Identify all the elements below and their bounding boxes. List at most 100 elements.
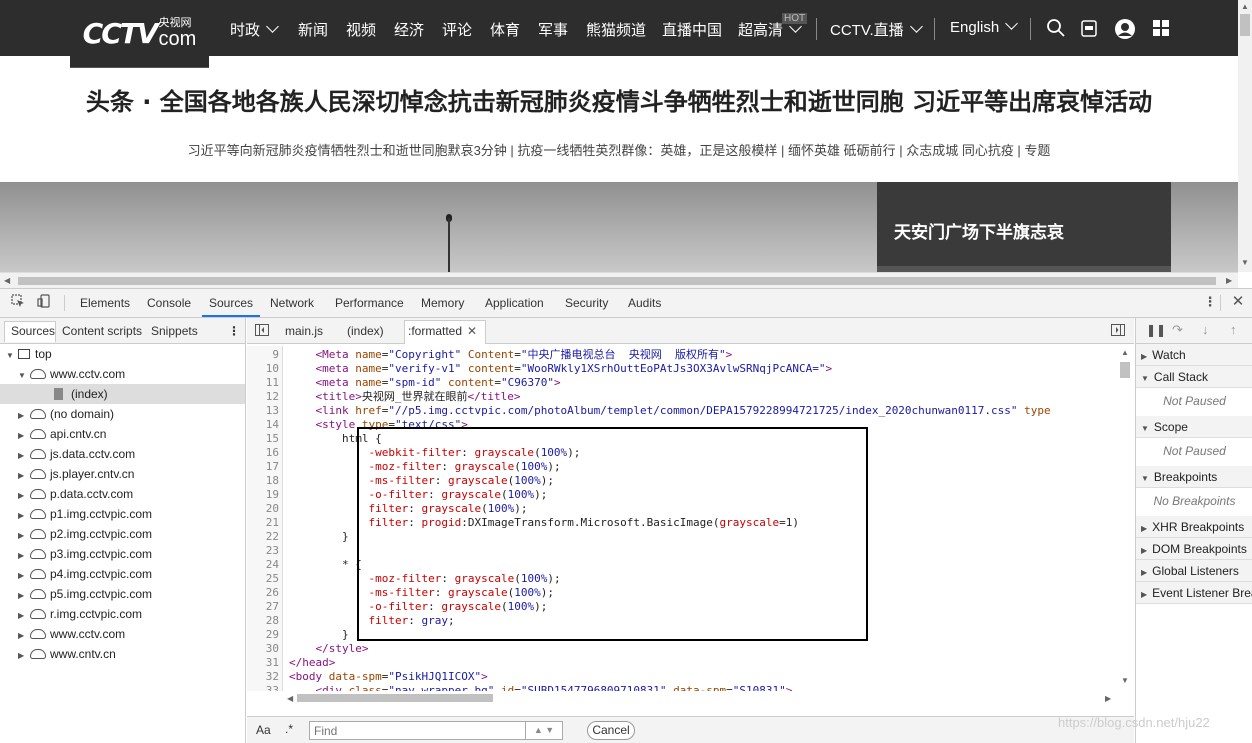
global-listeners-section[interactable]: ▶ Global Listeners (1136, 560, 1252, 582)
code-line[interactable]: <title>央视网_世界就在眼前</title> (289, 390, 521, 404)
line-number[interactable]: 16 (247, 446, 279, 460)
nav-item-military[interactable]: 军事 (538, 19, 568, 40)
expand-right-icon[interactable]: ▶ (18, 586, 28, 606)
scroll-thumb[interactable] (18, 277, 1216, 285)
line-number[interactable]: 12 (247, 390, 279, 404)
code-line[interactable]: * { (289, 558, 362, 572)
editor-tab-main-js[interactable]: main.js (285, 324, 323, 338)
cctv-logo[interactable]: CCTV 央视网 com (70, 0, 209, 68)
tree-item[interactable]: ▶ js.player.cntv.cn (0, 464, 245, 484)
code-line[interactable]: <body data-spm="PsikHJQ1ICOX"> (289, 670, 488, 684)
editor-tab-formatted[interactable]: :formatted ✕ (408, 324, 477, 338)
line-number[interactable]: 23 (247, 544, 279, 558)
tab-memory[interactable]: Memory (421, 296, 464, 310)
sub-headlines[interactable]: 习近平等向新冠肺炎疫情牺牲烈士和逝世同胞默哀3分钟 | 抗疫一线牺牲英烈群像：英… (0, 140, 1238, 159)
tree-item[interactable]: ▶ p4.img.cctvpic.com (0, 564, 245, 584)
code-line[interactable]: filter: grayscale(100%); (289, 502, 527, 516)
nav-item-live-china[interactable]: 直播中国 (662, 19, 722, 40)
line-number[interactable]: 9 (247, 348, 279, 362)
scroll-right-arrow[interactable]: ▶ (1226, 276, 1232, 285)
tree-item[interactable]: ▶ p.data.cctv.com (0, 484, 245, 504)
user-icon[interactable] (1114, 18, 1136, 40)
xhr-breakpoints-section[interactable]: ▶ XHR Breakpoints (1136, 516, 1252, 538)
grid-icon[interactable] (1150, 18, 1172, 40)
watch-section[interactable]: ▶ Watch (1136, 344, 1252, 366)
line-number[interactable]: 21 (247, 516, 279, 530)
tree-item[interactable]: ▶ www.cntv.cn (0, 644, 245, 664)
tab-performance[interactable]: Performance (335, 296, 404, 310)
tab-sources[interactable]: Sources (209, 296, 253, 310)
line-number[interactable]: 25 (247, 572, 279, 586)
code-line[interactable]: } (289, 628, 349, 642)
tree-item[interactable]: ▶ api.cntv.cn (0, 424, 245, 444)
expand-right-icon[interactable]: ▶ (18, 526, 28, 546)
code-line[interactable]: </style> (289, 642, 369, 656)
code-line[interactable]: html { (289, 432, 382, 446)
dom-breakpoints-section[interactable]: ▶ DOM Breakpoints (1136, 538, 1252, 560)
line-number[interactable]: 13 (247, 404, 279, 418)
close-devtools-icon[interactable]: ✕ (1230, 294, 1246, 310)
scroll-thumb[interactable] (1240, 14, 1250, 36)
tree-item[interactable]: ▶ www.cctv.com (0, 624, 245, 644)
tree-item[interactable]: ▶ p5.img.cctvpic.com (0, 584, 245, 604)
expand-down-icon[interactable]: ▼ (6, 346, 16, 366)
expand-right-icon[interactable]: ▶ (18, 606, 28, 626)
expand-right-icon[interactable]: ▶ (18, 566, 28, 586)
scroll-down-arrow[interactable]: ▼ (1121, 676, 1129, 685)
nav-item-news[interactable]: 新闻 (298, 19, 328, 40)
find-prev-next[interactable]: ▲ ▼ (525, 721, 563, 740)
line-number[interactable]: 11 (247, 376, 279, 390)
tab-elements[interactable]: Elements (80, 296, 130, 310)
page-vertical-scrollbar[interactable]: ▲ ▼ (1238, 0, 1252, 272)
scroll-up-arrow[interactable]: ▲ (1241, 2, 1249, 11)
regex-toggle[interactable]: .* (285, 722, 293, 736)
navigator-tab-snippets[interactable]: Snippets (151, 324, 198, 338)
line-number[interactable]: 17 (247, 460, 279, 474)
tree-item[interactable]: ▶ p1.img.cctvpic.com (0, 504, 245, 524)
scroll-right-arrow[interactable]: ▶ (1105, 694, 1111, 703)
code-line[interactable]: <Meta name="Copyright" Content="中央广播电视总台… (289, 348, 733, 362)
code-line[interactable]: -ms-filter: grayscale(100%); (289, 474, 553, 488)
line-number[interactable]: 30 (247, 642, 279, 656)
nav-item-cctv-live[interactable]: CCTV.直播 (830, 19, 923, 40)
tree-item[interactable]: (index) (0, 384, 245, 404)
tree-item[interactable]: ▼ www.cctv.com (0, 364, 245, 384)
expand-right-icon[interactable]: ▶ (18, 466, 28, 486)
tab-audits[interactable]: Audits (628, 296, 661, 310)
line-number[interactable]: 14 (247, 418, 279, 432)
code-horizontal-scrollbar[interactable]: ◀ ▶ (283, 692, 1117, 704)
line-number[interactable]: 32 (247, 670, 279, 684)
code-vertical-scrollbar[interactable]: ▲ ▼ (1117, 346, 1134, 691)
line-number[interactable]: 26 (247, 586, 279, 600)
code-line[interactable]: -webkit-filter: grayscale(100%); (289, 446, 580, 460)
nav-item-panda[interactable]: 熊猫频道 (586, 19, 646, 40)
event-listener-breakpoints-section[interactable]: ▶Event Listener Breakpoints (1136, 582, 1252, 604)
code-line[interactable]: <meta name="spm-id" content="C96370"> (289, 376, 561, 390)
expand-right-icon[interactable]: ▶ (18, 546, 28, 566)
code-line[interactable]: <link href="//p5.img.cctvpic.com/photoAl… (289, 404, 1051, 418)
line-number[interactable]: 15 (247, 432, 279, 446)
nav-item-politics[interactable]: 时政 (230, 19, 279, 40)
tab-console[interactable]: Console (147, 296, 191, 310)
nav-item-video[interactable]: 视频 (346, 19, 376, 40)
toggle-debugger-icon[interactable] (1111, 324, 1125, 339)
tree-item[interactable]: ▼ top (0, 344, 245, 364)
tree-item[interactable]: ▶ js.data.cctv.com (0, 444, 245, 464)
code-area[interactable]: 9 10 11 12 13 14 15 16 17 18 19 20 21 22 23 24 25 26 27 28 2… (247, 346, 1134, 691)
close-tab-icon[interactable]: ✕ (467, 324, 477, 338)
scroll-thumb[interactable] (297, 694, 493, 702)
code-line[interactable]: } (289, 530, 349, 544)
expand-right-icon[interactable]: ▶ (18, 406, 28, 426)
more-options-icon[interactable]: ⋮ (228, 324, 240, 338)
step-over-icon[interactable]: ↷ (1172, 322, 1183, 338)
code-line[interactable]: filter: gray; (289, 614, 454, 628)
code-line[interactable]: <meta name="verify-v1" content="WooRWkly… (289, 362, 833, 376)
tab-network[interactable]: Network (270, 296, 314, 310)
page-horizontal-scrollbar[interactable]: ◀ ▶ (0, 272, 1238, 288)
code-line[interactable]: <div class="nav_wrapper_bg" id="SUBD1547… (289, 684, 793, 691)
nav-item-economy[interactable]: 经济 (394, 19, 424, 40)
toggle-navigator-icon[interactable] (255, 324, 269, 339)
line-number[interactable]: 10 (247, 362, 279, 376)
code-line[interactable]: -moz-filter: grayscale(100%); (289, 572, 560, 586)
line-number[interactable]: 18 (247, 474, 279, 488)
